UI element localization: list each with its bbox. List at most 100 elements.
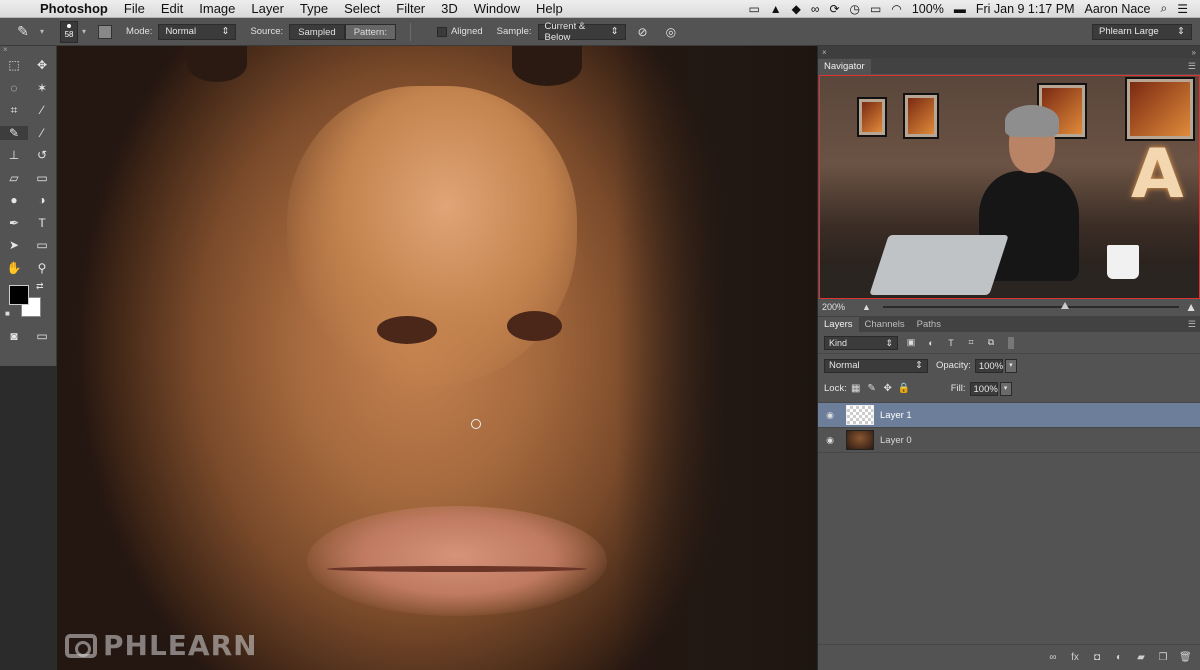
tool-preset-chevron-icon[interactable]: ▾ [40,27,44,36]
mode-select[interactable]: Normal ⇕ [158,23,237,40]
zoom-field[interactable]: 200% [822,302,862,312]
eyedropper-tool-icon[interactable]: ∕ [28,103,56,117]
menu-select[interactable]: Select [344,1,380,16]
filter-type-icon[interactable]: T [944,338,958,348]
layer-style-icon[interactable]: fx [1069,652,1081,663]
source-sampled-button[interactable]: Sampled [289,23,345,40]
zoom-slider[interactable] [882,302,1180,309]
menu-3d[interactable]: 3D [441,1,458,16]
layer-name[interactable]: Layer 1 [880,410,912,421]
lock-position-icon[interactable]: ✥ [881,383,895,394]
zoom-slider-thumb[interactable] [1060,302,1069,309]
navigator-view-box[interactable] [819,75,1200,299]
tab-channels[interactable]: Channels [859,317,911,332]
source-pattern-button[interactable]: Pattern: [344,23,396,40]
fill-input[interactable]: 100% [969,381,998,396]
pressure-size-icon[interactable]: ◎ [666,25,676,39]
path-selection-tool-icon[interactable]: ➤ [0,238,28,252]
panel-collapse-icon[interactable]: » [1192,48,1196,57]
tab-navigator[interactable]: Navigator [818,59,871,74]
brush-chevron-icon[interactable]: ▾ [82,27,86,36]
filter-smart-object-icon[interactable]: ⧉ [984,337,998,348]
gradient-tool-icon[interactable]: ▭ [28,171,56,185]
healing-brush-tool-icon[interactable]: ✎ [0,125,28,140]
menu-image[interactable]: Image [199,1,235,16]
clone-stamp-tool-icon[interactable]: ⊥ [0,148,28,162]
navigator-thumbnail[interactable]: A [819,75,1200,299]
add-mask-icon[interactable]: ◘ [1091,652,1103,663]
layer-row-layer-1[interactable]: ◉ Layer 1 [818,403,1200,428]
eraser-tool-icon[interactable]: ▱ [0,171,28,185]
link-layers-icon[interactable]: ∞ [1047,652,1059,663]
panel-close-icon[interactable]: × [822,48,827,57]
history-brush-tool-icon[interactable]: ↺ [28,148,56,162]
adjustment-layer-icon[interactable]: ◐ [1113,652,1125,663]
ignore-adjustment-layers-icon[interactable]: ⊘ [638,25,648,39]
default-colors-icon[interactable]: ■ [5,309,10,318]
menu-type[interactable]: Type [300,1,328,16]
creative-cloud-icon[interactable]: ∞ [811,2,820,16]
brush-preset-picker[interactable]: 58 [60,20,79,43]
layer-row-layer-0[interactable]: ◉ Layer 0 [818,428,1200,453]
filter-pixel-icon[interactable]: ▣ [904,337,918,348]
blend-mode-select[interactable]: Normal ⇕ [824,358,928,373]
facetime-icon[interactable]: ▭ [748,2,759,16]
screen-mode-icon[interactable]: ▭ [28,329,56,343]
quick-mask-icon[interactable]: ◙ [0,329,28,343]
panel-menu-icon[interactable]: ☰ [1188,61,1196,72]
sync-icon[interactable]: ⟳ [829,2,839,16]
panel-menu-icon[interactable]: ☰ [1188,319,1196,330]
menu-file[interactable]: File [124,1,145,16]
clone-source-panel-icon[interactable] [98,24,113,39]
swap-colors-icon[interactable]: ⇄ [36,281,44,292]
pen-tool-icon[interactable]: ✒ [0,216,28,230]
user-name[interactable]: Aaron Nace [1084,2,1150,16]
tools-panel-grip[interactable]: × [0,46,56,54]
battery-icon[interactable]: ▬ [954,2,966,16]
filter-toggle[interactable] [1008,336,1014,349]
wifi-icon[interactable]: ◠ [891,2,901,16]
clock[interactable]: Fri Jan 9 1:17 PM [976,2,1075,16]
lock-transparent-icon[interactable]: ▦ [849,383,863,394]
new-layer-icon[interactable]: ❐ [1157,652,1169,663]
fill-chevron-icon[interactable]: ▾ [999,381,1012,396]
menu-filter[interactable]: Filter [396,1,425,16]
visibility-eye-icon[interactable]: ◉ [818,410,842,421]
marquee-tool-icon[interactable]: ⬚ [0,58,28,72]
lasso-tool-icon[interactable]: ◌ [0,81,28,95]
dodge-tool-icon[interactable]: ◑ [28,193,56,207]
layer-name[interactable]: Layer 0 [880,435,912,446]
blur-tool-icon[interactable]: ● [0,193,28,207]
opacity-input[interactable]: 100% [974,358,1003,373]
zoom-in-icon[interactable]: ▲ [1185,300,1197,314]
new-group-icon[interactable]: ▰ [1135,652,1147,663]
type-tool-icon[interactable]: T [28,216,56,230]
document-canvas[interactable]: PHLEARN [57,46,817,670]
notification-icon[interactable]: ▲ [770,2,782,16]
brush-tool-icon[interactable]: ⁄ [28,126,56,140]
list-icon[interactable]: ☰ [1177,2,1188,16]
airplay-icon[interactable]: ▭ [870,2,881,16]
filter-adjustment-icon[interactable]: ◐ [924,338,938,348]
filter-shape-icon[interactable]: ⌗ [964,337,978,348]
move-tool-icon[interactable]: ✥ [28,58,56,72]
filter-kind-select[interactable]: Kind ⇕ [824,335,898,350]
magic-wand-tool-icon[interactable]: ✶ [28,81,56,95]
workspace-select[interactable]: Phlearn Large ⇕ [1092,23,1192,40]
healing-brush-icon[interactable]: ✎ [10,23,36,40]
menu-help[interactable]: Help [536,1,563,16]
menu-edit[interactable]: Edit [161,1,183,16]
crop-tool-icon[interactable]: ⌗ [0,103,28,118]
tab-layers[interactable]: Layers [818,317,859,332]
visibility-eye-icon[interactable]: ◉ [818,435,842,446]
foreground-color[interactable] [9,285,29,305]
search-icon[interactable]: ⌕ [1161,1,1168,16]
tab-paths[interactable]: Paths [911,317,947,332]
app-menu[interactable]: Photoshop [40,1,108,16]
hand-tool-icon[interactable]: ✋ [0,261,28,275]
sample-select[interactable]: Current & Below ⇕ [537,21,626,43]
lock-all-icon[interactable]: 🔒 [897,383,911,394]
shape-tool-icon[interactable]: ▭ [28,238,56,252]
evernote-icon[interactable]: ◆ [792,2,801,16]
menu-window[interactable]: Window [474,1,520,16]
